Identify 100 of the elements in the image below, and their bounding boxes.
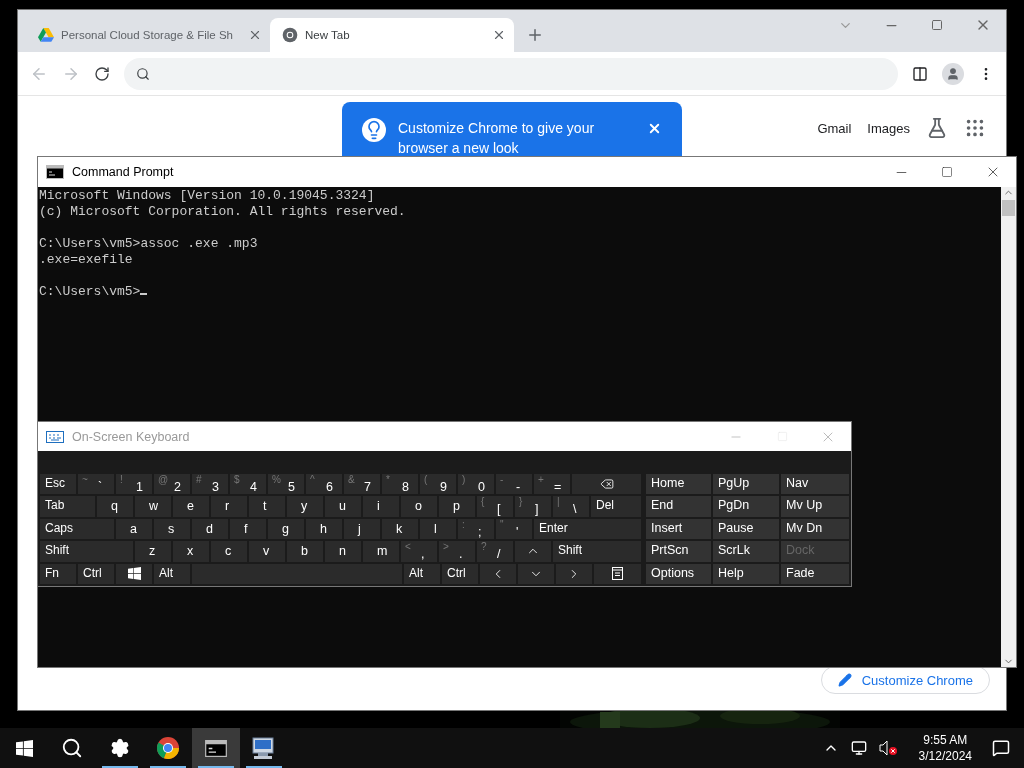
keyboard-key[interactable]: Nav (780, 473, 850, 496)
windows-start-icon (15, 739, 33, 757)
keyboard-key[interactable]: Alt (153, 562, 191, 585)
keyboard-key[interactable]: l (419, 517, 457, 541)
keyboard-key[interactable]: Del (590, 495, 642, 518)
keyboard-key[interactable]: < , (400, 540, 438, 563)
keyboard-key[interactable]: w (134, 495, 172, 518)
keyboard-key[interactable]: # 3 (191, 473, 229, 496)
keyboard-key[interactable]: Options (645, 562, 712, 585)
flask-icon[interactable] (926, 117, 948, 139)
keyboard-key[interactable]: % 5 (267, 473, 305, 496)
keyboard-key[interactable]: Enter (533, 517, 642, 541)
network-icon[interactable] (850, 740, 867, 756)
keyboard-key[interactable]: i (362, 495, 400, 518)
keyboard-key[interactable]: y (286, 495, 324, 518)
keyboard-key[interactable]: | \ (552, 495, 590, 518)
keyboard-key[interactable]: " ' (495, 517, 533, 541)
keyboard-key[interactable]: m (362, 540, 400, 563)
clock[interactable]: 9:55 AM 3/12/2024 (910, 732, 980, 764)
keyboard-key[interactable]: ! 1 (115, 473, 153, 496)
keyboard-key[interactable]: Home (645, 473, 712, 496)
keyboard-key[interactable]: } ] (514, 495, 552, 518)
keyboard-key[interactable]: e (172, 495, 210, 518)
search-icon (136, 66, 150, 81)
keyboard-key[interactable]: + = (533, 473, 571, 496)
header-link[interactable]: Gmail (817, 120, 852, 136)
keyboard-key[interactable]: k (381, 517, 419, 541)
apps-grid-icon[interactable] (964, 117, 986, 139)
keyboard-key[interactable]: > . (438, 540, 476, 563)
keyboard-key[interactable]: ScrLk (712, 540, 780, 563)
keyboard-key[interactable]: Fade (780, 562, 850, 585)
keyboard-key[interactable]: * 8 (381, 473, 419, 496)
keyboard-key[interactable]: t (248, 495, 286, 518)
keyboard-key[interactable]: PgUp (712, 473, 780, 496)
keyboard-key[interactable]: a (115, 517, 153, 541)
keyboard-key[interactable]: Tab (39, 495, 96, 518)
keyboard-key[interactable]: ^ 6 (305, 473, 343, 496)
keyboard-key[interactable]: Caps (39, 517, 115, 541)
side-panel-icon[interactable] (912, 65, 928, 82)
keyboard-key[interactable]: Ctrl (77, 562, 115, 585)
muted-speaker-icon[interactable] (878, 740, 899, 756)
keyboard-icon (46, 430, 64, 443)
keyboard-key[interactable]: End (645, 495, 712, 518)
keyboard-key[interactable]: & 7 (343, 473, 381, 496)
backspace-key[interactable] (571, 473, 642, 496)
profile-icon[interactable] (942, 62, 964, 85)
keyboard-key[interactable]: PrtScn (645, 540, 712, 563)
menu-key[interactable] (593, 562, 642, 585)
new-tab-icon[interactable] (526, 26, 544, 44)
keyboard-key[interactable]: g (267, 517, 305, 541)
scroll-thumb[interactable] (1002, 200, 1015, 216)
keyboard-key[interactable]: : ; (457, 517, 495, 541)
keyboard-key[interactable]: PgDn (712, 495, 780, 518)
keyboard-key[interactable]: j (343, 517, 381, 541)
keyboard-key[interactable]: o (400, 495, 438, 518)
keyboard-key[interactable]: ~ ` (77, 473, 115, 496)
keyboard-key[interactable]: Pause (712, 517, 780, 541)
keyboard-key[interactable]: f (229, 517, 267, 541)
taskbar-button[interactable] (192, 728, 240, 768)
keyboard-key[interactable]: ) 0 (457, 473, 495, 496)
search-icon (61, 737, 83, 759)
keyboard-key[interactable]: Fn (39, 562, 77, 585)
keyboard-key[interactable]: @ 2 (153, 473, 191, 496)
windows-key[interactable] (115, 562, 153, 585)
keyboard-key[interactable]: u (324, 495, 362, 518)
keyboard-key[interactable]: v (248, 540, 286, 563)
keyboard-key[interactable]: Ctrl (441, 562, 479, 585)
keyboard-key[interactable]: ? / (476, 540, 514, 563)
keyboard-key[interactable]: $ 4 (229, 473, 267, 496)
keyboard-key[interactable]: b (286, 540, 324, 563)
keyboard-key[interactable]: Insert (645, 517, 712, 541)
keyboard-key[interactable]: s (153, 517, 191, 541)
keyboard-key[interactable]: x (172, 540, 210, 563)
keyboard-key[interactable]: n (324, 540, 362, 563)
reload-icon[interactable] (94, 65, 110, 82)
keyboard-key[interactable]: Help (712, 562, 780, 585)
console-line: Microsoft Windows [Version 10.0.19045.3324] (39, 188, 375, 203)
keyboard-key[interactable]: Mv Dn (780, 517, 850, 541)
keyboard-key[interactable]: Mv Up (780, 495, 850, 518)
keyboard-key[interactable]: p (438, 495, 476, 518)
browser-tab[interactable]: New Tab (270, 18, 514, 52)
keyboard-key[interactable]: q (96, 495, 134, 518)
keyboard-key[interactable]: Shift (39, 540, 134, 563)
keyboard-key[interactable]: { [ (476, 495, 514, 518)
keyboard-key[interactable]: Shift (552, 540, 642, 563)
notifications-icon[interactable] (992, 739, 1010, 757)
keyboard-key[interactable]: - - (495, 473, 533, 496)
customize-chrome-button[interactable]: Customize Chrome (820, 666, 990, 694)
keyboard-key[interactable]: Alt (403, 562, 441, 585)
keyboard-key[interactable]: d (191, 517, 229, 541)
keyboard-key[interactable]: Esc (39, 473, 77, 496)
keyboard-key[interactable]: h (305, 517, 343, 541)
browser-tab[interactable]: Personal Cloud Storage & File Sh (26, 18, 270, 52)
keyboard-key[interactable]: c (210, 540, 248, 563)
close-icon[interactable] (492, 28, 506, 42)
keyboard-key[interactable]: ( 9 (419, 473, 457, 496)
keyboard-key[interactable]: z (134, 540, 172, 563)
header-link[interactable]: Images (867, 120, 910, 136)
scrollbar[interactable] (1001, 187, 1016, 667)
keyboard-key[interactable]: r (210, 495, 248, 518)
